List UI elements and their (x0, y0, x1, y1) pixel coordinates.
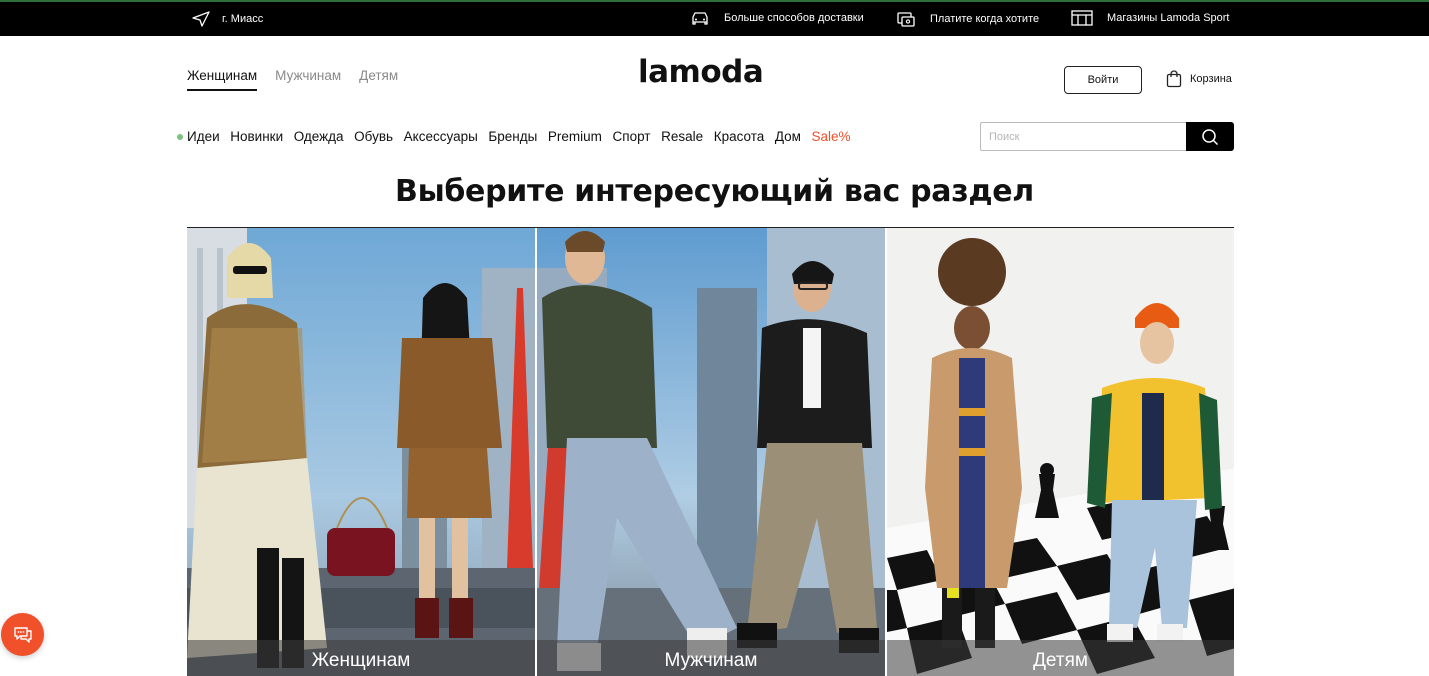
city-selector[interactable]: г. Миасс (192, 11, 263, 27)
promo-stores[interactable]: Магазины Lamoda Sport (1071, 10, 1230, 26)
search-input[interactable] (980, 122, 1186, 151)
top-bar: г. Миасс Больше способов доставки Платит… (0, 0, 1429, 36)
logo-text: lamoda (638, 54, 764, 90)
lamoda-logo[interactable]: lamoda (638, 54, 784, 94)
nav-item-accessories[interactable]: Аксессуары (404, 129, 478, 144)
men-photo (537, 228, 885, 676)
nav-item-premium[interactable]: Premium (548, 129, 602, 144)
car-icon (692, 12, 708, 25)
promo-stores-label: Магазины Lamoda Sport (1107, 12, 1230, 24)
store-icon (1071, 10, 1093, 26)
nav-item-new[interactable]: Новинки (230, 129, 283, 144)
chat-button[interactable] (1, 613, 44, 656)
chat-icon (13, 626, 32, 643)
search-icon (1202, 128, 1219, 145)
category-card-men[interactable]: Мужчинам (535, 228, 885, 676)
nav-item-ideas[interactable]: Идеи (187, 129, 220, 144)
category-label-men: Мужчинам (537, 640, 885, 676)
login-button[interactable]: Войти (1064, 66, 1142, 94)
cart-label: Корзина (1190, 73, 1232, 85)
nav-item-sport[interactable]: Спорт (613, 129, 651, 144)
gender-tabs: Женщинам Мужчинам Детям (187, 68, 398, 91)
nav-item-sale[interactable]: Sale% (812, 129, 851, 144)
women-photo (187, 228, 535, 676)
category-label-women: Женщинам (187, 640, 535, 676)
nav-item-shoes[interactable]: Обувь (354, 129, 393, 144)
shopping-bag-icon (1166, 70, 1182, 88)
category-nav: Идеи Новинки Одежда Обувь Аксессуары Бре… (177, 129, 861, 144)
location-arrow-icon (192, 11, 210, 27)
tab-kids[interactable]: Детям (359, 68, 398, 91)
kids-photo (887, 228, 1234, 676)
search-button[interactable] (1186, 122, 1234, 151)
tab-men[interactable]: Мужчинам (275, 68, 341, 91)
tab-women[interactable]: Женщинам (187, 68, 258, 91)
nav-item-brands[interactable]: Бренды (488, 129, 537, 144)
search-bar (980, 122, 1234, 151)
nav-item-clothes[interactable]: Одежда (294, 129, 344, 144)
nav-item-home[interactable]: Дом (775, 129, 801, 144)
cart-link[interactable]: Корзина (1166, 70, 1232, 88)
city-label: г. Миасс (222, 13, 264, 25)
category-card-kids[interactable]: Детям (885, 228, 1234, 676)
ideas-dot (177, 133, 183, 140)
nav-item-resale[interactable]: Resale (661, 129, 703, 144)
promo-delivery[interactable]: Больше способов доставки (690, 10, 864, 26)
promo-payment[interactable]: Платите когда хотите (896, 10, 1039, 28)
page-title: Выберите интересующий вас раздел (395, 174, 1034, 209)
category-card-women[interactable]: Женщинам (187, 228, 535, 676)
category-cards: Женщинам Мужчинам Детям (187, 228, 1234, 676)
nav-item-beauty[interactable]: Красота (714, 129, 765, 144)
category-label-kids: Детям (887, 640, 1234, 676)
wallet-icon (897, 12, 915, 27)
promo-payment-label: Платите когда хотите (930, 13, 1040, 25)
promo-delivery-label: Больше способов доставки (724, 12, 864, 24)
